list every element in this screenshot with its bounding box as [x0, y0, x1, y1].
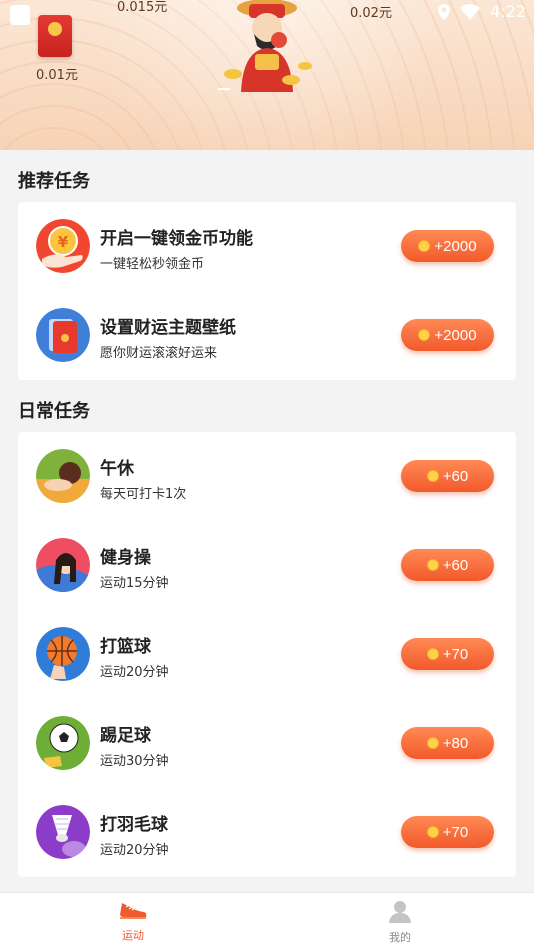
reward-amount: +70	[442, 645, 469, 663]
task-row[interactable]: 打羽毛球 运动20分钟 +70	[18, 788, 516, 877]
reward-amount: +80	[442, 734, 469, 752]
fortune-god-icon	[224, 0, 312, 92]
coin-icon	[426, 470, 439, 482]
nap-icon	[36, 449, 90, 503]
task-name: 踢足球	[100, 726, 151, 746]
task-desc: 运动20分钟	[100, 665, 169, 680]
basketball-icon	[36, 627, 90, 681]
task-desc: 愿你财运滚滚好运来	[100, 346, 218, 361]
reward-amount: +60	[442, 556, 469, 574]
section-title-daily: 日常任务	[18, 401, 90, 422]
nav-label: 运动	[122, 929, 144, 942]
task-row[interactable]: ¥ 开启一键领金币功能 一键轻松秒领金币 +2000	[18, 202, 516, 291]
location-icon	[438, 3, 451, 20]
coin-icon	[426, 559, 439, 571]
reward-button[interactable]: +2000	[401, 319, 494, 351]
svg-text:¥: ¥	[58, 233, 69, 251]
reward-button[interactable]: +2000	[401, 230, 494, 262]
status-time: 4:22	[490, 2, 526, 21]
reward-button[interactable]: +60	[401, 460, 494, 492]
task-row[interactable]: 打篮球 运动20分钟 +70	[18, 610, 516, 699]
yuan-coin-hand-icon: ¥	[36, 219, 90, 273]
status-bar: 4:22	[438, 2, 526, 21]
task-name: 开启一键领金币功能	[100, 229, 253, 249]
section-title-recommended: 推荐任务	[18, 171, 90, 192]
recommended-task-card: ¥ 开启一键领金币功能 一键轻松秒领金币 +2000 设置财运主题壁纸 愿你财运…	[18, 202, 516, 380]
coin-icon	[426, 648, 439, 660]
reward-button[interactable]: +80	[401, 727, 494, 759]
reward-amount: +60	[442, 467, 469, 485]
reward-button[interactable]: +60	[401, 549, 494, 581]
reward-button[interactable]: +70	[401, 638, 494, 670]
nav-label: 我的	[389, 931, 411, 944]
aerobics-icon	[36, 538, 90, 592]
reward-amount: +70	[442, 823, 469, 841]
task-name: 打羽毛球	[100, 815, 168, 835]
coin-icon	[418, 240, 431, 252]
person-icon	[389, 901, 411, 923]
decor-dash	[218, 88, 230, 90]
red-packet-icon[interactable]	[38, 15, 72, 57]
wifi-icon	[460, 3, 481, 20]
task-name: 打篮球	[100, 637, 151, 657]
coin-icon	[418, 329, 431, 341]
task-desc: 每天可打卡1次	[100, 487, 187, 502]
coin-amount-right[interactable]: 0.02元	[350, 2, 392, 21]
coin-amount-redpacket[interactable]: 0.01元	[36, 64, 78, 83]
reward-amount: +2000	[434, 237, 477, 255]
coin-icon	[426, 737, 439, 749]
badminton-icon	[36, 805, 90, 859]
nav-item-mine[interactable]: 我的	[360, 899, 440, 945]
coin-icon	[426, 826, 439, 838]
task-desc: 一键轻松秒领金币	[100, 257, 205, 272]
daily-task-card: 午休 每天可打卡1次 +60 健身操 运动15分钟 +60 打篮球 运动20分钟…	[18, 432, 516, 877]
nav-item-sport[interactable]: 运动	[93, 899, 173, 943]
football-icon	[36, 716, 90, 770]
task-row[interactable]: 踢足球 运动30分钟 +80	[18, 699, 516, 788]
task-row[interactable]: 设置财运主题壁纸 愿你财运滚滚好运来 +2000	[18, 291, 516, 380]
red-packet-wallpaper-icon	[36, 308, 90, 362]
task-desc: 运动20分钟	[100, 843, 169, 858]
reward-amount: +2000	[434, 326, 477, 344]
reward-button[interactable]: +70	[401, 816, 494, 848]
header-banner: 4:22 0.015元 0.02元 0.01元	[0, 0, 534, 150]
coin-amount-left[interactable]: 0.015元	[117, 0, 167, 15]
task-desc: 运动15分钟	[100, 576, 169, 591]
task-name: 午休	[100, 459, 134, 479]
sneaker-icon	[120, 903, 147, 919]
task-row[interactable]: 午休 每天可打卡1次 +60	[18, 432, 516, 521]
task-row[interactable]: 健身操 运动15分钟 +60	[18, 521, 516, 610]
notification-icon	[10, 5, 30, 25]
task-name: 设置财运主题壁纸	[100, 318, 236, 338]
task-desc: 运动30分钟	[100, 754, 169, 769]
task-name: 健身操	[100, 548, 151, 568]
bottom-nav: 运动 我的	[0, 892, 534, 950]
